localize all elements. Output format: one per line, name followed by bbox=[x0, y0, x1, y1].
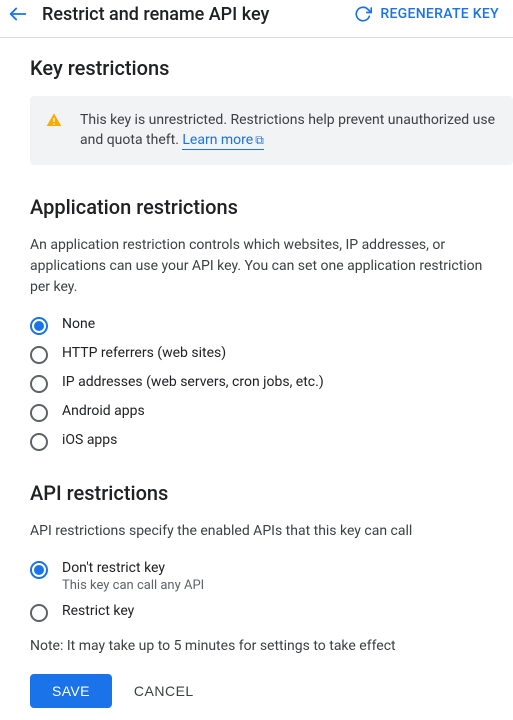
api-restrictions-radio-group: Don't restrict key This key can call any… bbox=[30, 560, 483, 622]
page-title: Restrict and rename API key bbox=[42, 4, 354, 25]
info-box: This key is unrestricted. Restrictions h… bbox=[30, 96, 513, 165]
radio-label: Android apps bbox=[62, 403, 145, 419]
radio-api-dont-restrict[interactable]: Don't restrict key This key can call any… bbox=[30, 560, 483, 593]
info-message: This key is unrestricted. Restrictions h… bbox=[80, 112, 495, 148]
api-restrictions-description: API restrictions specify the enabled API… bbox=[30, 521, 483, 542]
radio-icon bbox=[30, 346, 48, 364]
radio-icon bbox=[30, 375, 48, 393]
arrow-back-icon bbox=[7, 3, 29, 25]
radio-icon bbox=[30, 561, 48, 579]
regenerate-key-button[interactable]: REGENERATE KEY bbox=[354, 5, 499, 23]
radio-label: HTTP referrers (web sites) bbox=[62, 345, 226, 361]
refresh-icon bbox=[354, 5, 372, 23]
back-button[interactable] bbox=[4, 0, 32, 28]
radio-app-ios[interactable]: iOS apps bbox=[30, 432, 483, 451]
app-restrictions-heading: Application restrictions bbox=[30, 195, 483, 219]
radio-label: Restrict key bbox=[62, 603, 134, 619]
radio-app-none[interactable]: None bbox=[30, 316, 483, 335]
radio-label: None bbox=[62, 316, 95, 332]
radio-app-android[interactable]: Android apps bbox=[30, 403, 483, 422]
radio-label: Don't restrict key bbox=[62, 560, 165, 576]
radio-icon bbox=[30, 604, 48, 622]
info-text: This key is unrestricted. Restrictions h… bbox=[80, 110, 497, 151]
radio-app-http[interactable]: HTTP referrers (web sites) bbox=[30, 345, 483, 364]
app-restrictions-description: An application restriction controls whic… bbox=[30, 235, 483, 298]
page-header: Restrict and rename API key REGENERATE K… bbox=[0, 0, 513, 38]
key-restrictions-heading: Key restrictions bbox=[30, 56, 483, 80]
learn-more-link[interactable]: Learn more⧉ bbox=[182, 132, 263, 150]
app-restrictions-radio-group: None HTTP referrers (web sites) IP addre… bbox=[30, 316, 483, 451]
radio-label: IP addresses (web servers, cron jobs, et… bbox=[62, 374, 324, 390]
radio-api-restrict[interactable]: Restrict key bbox=[30, 603, 483, 622]
radio-icon bbox=[30, 404, 48, 422]
note-text: Note: It may take up to 5 minutes for se… bbox=[30, 638, 483, 654]
regenerate-key-label: REGENERATE KEY bbox=[380, 6, 499, 22]
radio-label: iOS apps bbox=[62, 432, 117, 448]
save-button[interactable]: SAVE bbox=[30, 674, 112, 708]
api-restrictions-heading: API restrictions bbox=[30, 481, 483, 505]
radio-icon bbox=[30, 317, 48, 335]
radio-icon bbox=[30, 433, 48, 451]
radio-sublabel: This key can call any API bbox=[62, 578, 204, 593]
content: Key restrictions This key is unrestricte… bbox=[0, 38, 513, 720]
radio-app-ip[interactable]: IP addresses (web servers, cron jobs, et… bbox=[30, 374, 483, 393]
cancel-button[interactable]: CANCEL bbox=[134, 683, 194, 699]
external-link-icon: ⧉ bbox=[255, 133, 264, 147]
warning-icon bbox=[46, 112, 62, 132]
actions-row: SAVE CANCEL bbox=[30, 674, 483, 708]
